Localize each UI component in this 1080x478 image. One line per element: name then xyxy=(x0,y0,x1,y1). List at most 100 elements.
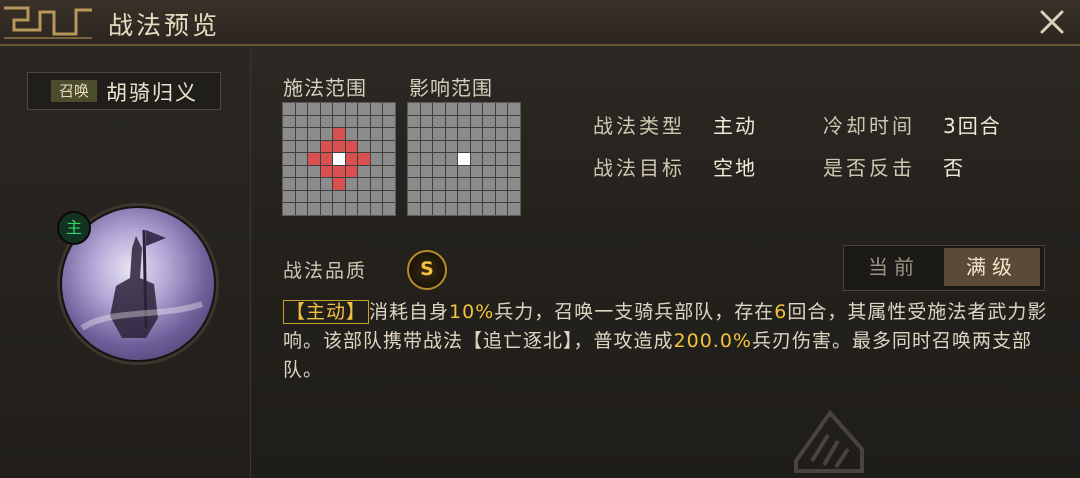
range-cell xyxy=(420,190,433,203)
range-cell xyxy=(320,203,333,215)
skill-target-value: 空地 xyxy=(713,156,757,180)
counterattack-value: 否 xyxy=(943,156,965,180)
cast-range-grid xyxy=(282,102,396,216)
range-cell xyxy=(308,103,320,115)
range-cell xyxy=(408,115,420,128)
range-cell xyxy=(445,115,458,128)
cooldown-label: 冷却时间 xyxy=(823,114,915,138)
range-cell xyxy=(508,178,520,190)
range-cell xyxy=(445,190,458,203)
range-cell xyxy=(333,115,345,128)
range-cell xyxy=(333,165,345,178)
range-cell xyxy=(508,115,520,128)
skill-type-value: 主动 xyxy=(713,114,757,138)
range-cell xyxy=(433,153,445,165)
close-icon xyxy=(1040,10,1064,34)
range-cell xyxy=(408,153,420,165)
range-cell xyxy=(470,103,483,115)
range-cell xyxy=(508,190,520,203)
range-cell xyxy=(333,190,345,203)
range-cell xyxy=(383,203,395,215)
range-cell xyxy=(483,140,495,153)
range-cell xyxy=(420,115,433,128)
range-cell xyxy=(420,128,433,140)
range-cell xyxy=(308,203,320,215)
current-level-button[interactable]: 当前 xyxy=(846,248,942,286)
range-cell xyxy=(445,153,458,165)
range-cell xyxy=(358,128,370,140)
max-level-button[interactable]: 满级 xyxy=(944,248,1040,286)
range-cell xyxy=(445,128,458,140)
range-cell xyxy=(508,153,520,165)
range-cell xyxy=(433,178,445,190)
range-cell xyxy=(345,153,358,165)
range-cell xyxy=(383,115,395,128)
range-cell xyxy=(308,190,320,203)
range-cell xyxy=(508,203,520,215)
range-cell xyxy=(420,153,433,165)
range-cell xyxy=(333,153,345,165)
range-cell xyxy=(320,165,333,178)
range-cell xyxy=(345,190,358,203)
range-cell xyxy=(445,140,458,153)
range-cell xyxy=(345,103,358,115)
range-cell xyxy=(283,165,295,178)
description-text-1: 消耗自身 xyxy=(369,301,450,323)
range-cell xyxy=(320,103,333,115)
skill-description: 【主动】 消耗自身10%兵力，召唤一支骑兵部队，存在6回合，其属性受施法者武力影响… xyxy=(283,298,1053,385)
range-cell xyxy=(345,128,358,140)
close-button[interactable] xyxy=(1034,4,1070,40)
range-cell xyxy=(470,115,483,128)
skill-target-label: 战法目标 xyxy=(593,156,685,180)
range-cell xyxy=(370,115,383,128)
range-cell xyxy=(308,165,320,178)
range-cell xyxy=(483,103,495,115)
description-text-2: 兵力，召唤一支骑兵部队，存在 xyxy=(494,301,775,323)
range-cell xyxy=(308,128,320,140)
range-cell xyxy=(433,103,445,115)
range-cell xyxy=(320,190,333,203)
range-cell xyxy=(295,178,308,190)
range-cell xyxy=(495,128,508,140)
range-cell xyxy=(358,153,370,165)
range-cell xyxy=(495,115,508,128)
range-cell xyxy=(445,103,458,115)
skill-type-tag: 【主动】 xyxy=(283,300,370,324)
cooldown-value: 3回合 xyxy=(943,114,1002,138)
range-cell xyxy=(358,178,370,190)
range-cell xyxy=(458,178,470,190)
range-cell xyxy=(408,190,420,203)
range-cell xyxy=(383,128,395,140)
description-value-damage: 200.0% xyxy=(673,330,752,352)
range-cell xyxy=(470,153,483,165)
cast-range-label: 施法范围 xyxy=(283,76,367,100)
range-cell xyxy=(333,103,345,115)
range-cell xyxy=(445,203,458,215)
range-cell xyxy=(458,128,470,140)
range-cell xyxy=(320,153,333,165)
range-cell xyxy=(495,190,508,203)
range-cell xyxy=(358,103,370,115)
range-cell xyxy=(370,103,383,115)
skill-name-box: 召唤 胡骑归义 xyxy=(27,72,221,110)
range-cell xyxy=(345,178,358,190)
range-cell xyxy=(283,203,295,215)
range-cell xyxy=(295,153,308,165)
range-cell xyxy=(283,178,295,190)
range-cell xyxy=(333,128,345,140)
range-cell xyxy=(495,203,508,215)
range-cell xyxy=(383,165,395,178)
range-cell xyxy=(370,153,383,165)
range-cell xyxy=(283,190,295,203)
range-cell xyxy=(483,115,495,128)
range-cell xyxy=(370,178,383,190)
skill-quality-label: 战法品质 xyxy=(283,260,368,282)
range-cell xyxy=(370,165,383,178)
range-cell xyxy=(283,115,295,128)
range-cell xyxy=(308,178,320,190)
range-cell xyxy=(470,203,483,215)
range-cell xyxy=(458,165,470,178)
range-cell xyxy=(358,115,370,128)
effect-range-grid xyxy=(407,102,521,216)
range-cell xyxy=(345,115,358,128)
